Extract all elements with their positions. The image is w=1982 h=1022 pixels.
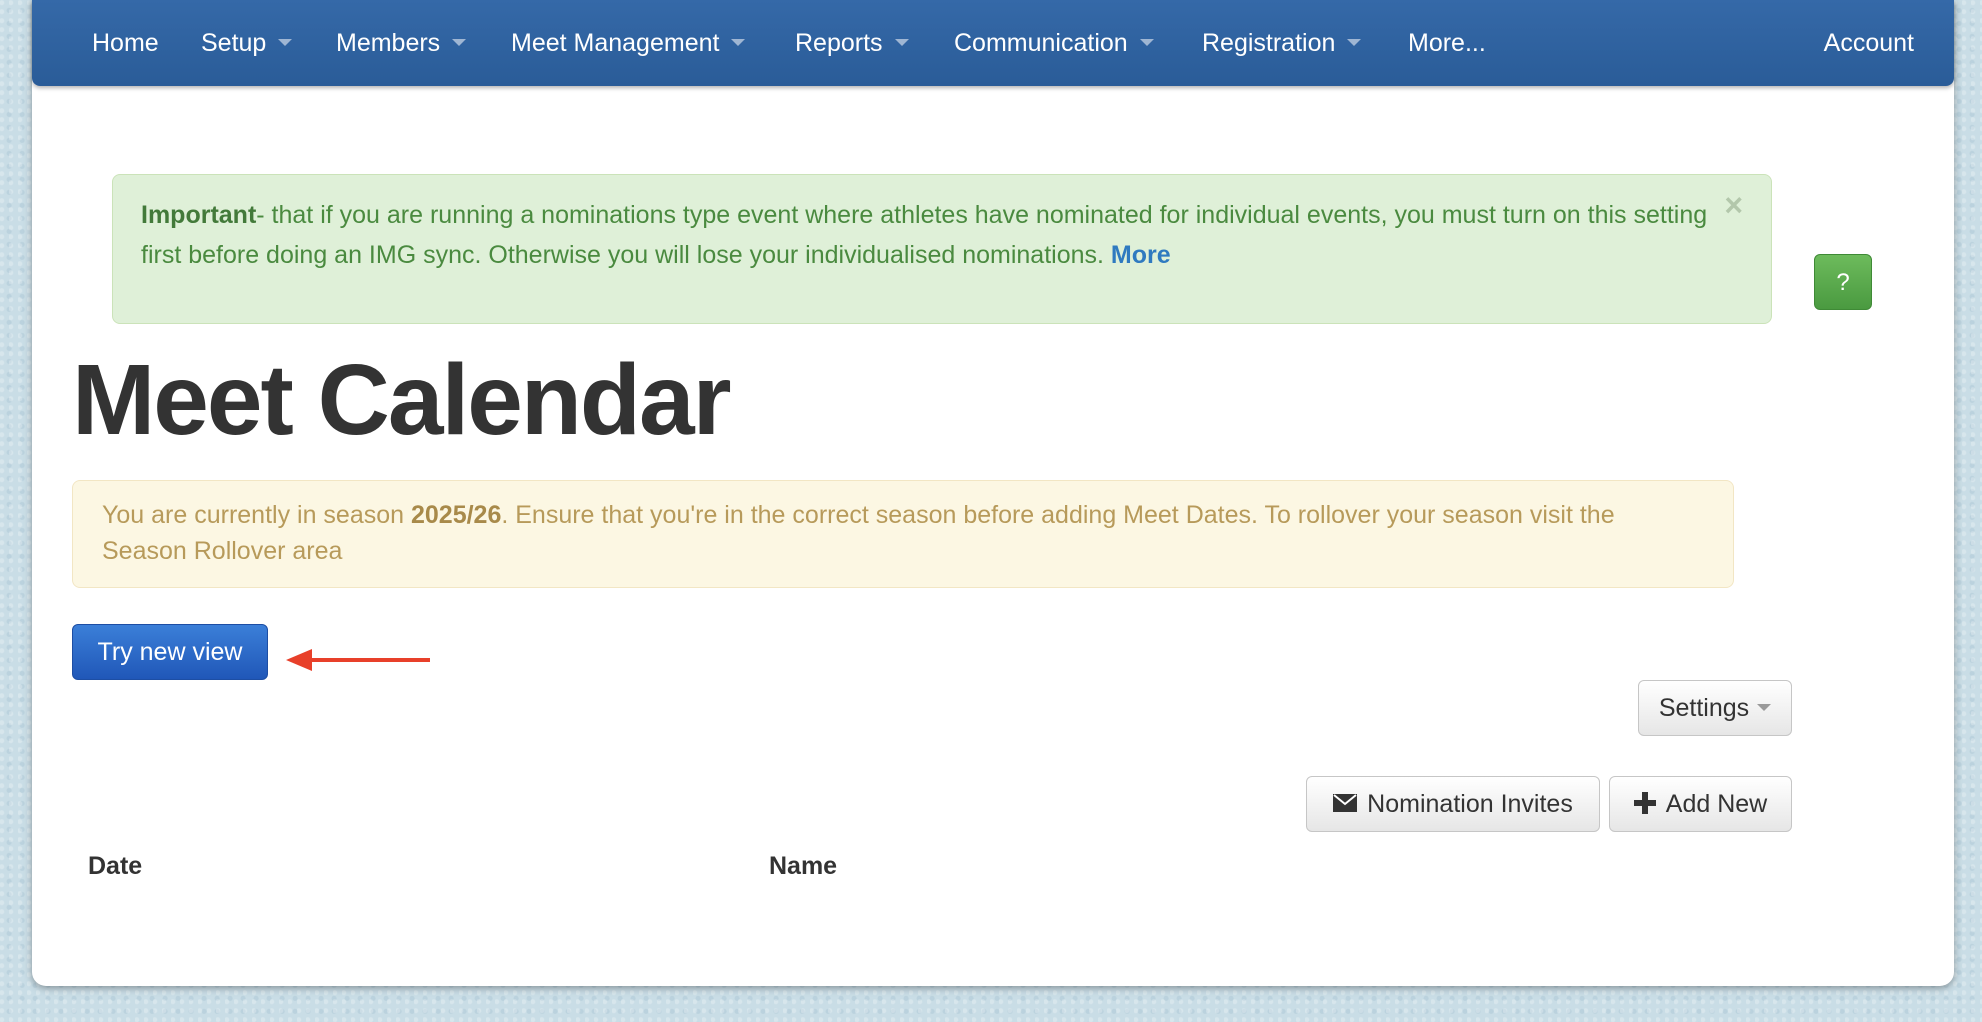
nav-setup[interactable]: Setup — [201, 0, 293, 86]
settings-button[interactable]: Settings — [1638, 680, 1792, 736]
column-header-date[interactable]: Date — [88, 852, 142, 881]
settings-button-label: Settings — [1658, 694, 1750, 722]
notice-strong: Important — [141, 201, 257, 229]
nav-more-label: More... — [1408, 29, 1486, 57]
season-alert-prefix: You are currently in season — [102, 501, 411, 529]
plus-icon — [1633, 792, 1656, 815]
nav-home[interactable]: Home — [92, 0, 159, 86]
season-alert: You are currently in season 2025/26. Ens… — [72, 480, 1734, 588]
important-notice: Important- that if you are running a nom… — [112, 174, 1772, 324]
nav-communication-label: Communication — [954, 29, 1128, 57]
notice-more-link[interactable]: More — [1111, 241, 1171, 269]
add-new-button[interactable]: Add New — [1609, 776, 1792, 832]
nav-meet-management[interactable]: Meet Management — [511, 0, 746, 86]
nav-setup-label: Setup — [201, 29, 267, 57]
help-button[interactable]: ? — [1814, 254, 1872, 310]
chevron-down-icon — [1757, 703, 1772, 711]
nav-account-label: Account — [1823, 29, 1914, 57]
chevron-down-icon — [278, 38, 293, 46]
nav-reports[interactable]: Reports — [795, 0, 909, 86]
envelope-icon — [1333, 794, 1358, 813]
annotation-arrow-icon — [286, 649, 430, 671]
close-icon[interactable]: × — [1724, 189, 1743, 221]
chevron-down-icon — [894, 38, 909, 46]
chevron-down-icon — [1139, 38, 1154, 46]
nav-registration[interactable]: Registration — [1202, 0, 1362, 86]
try-new-view-button[interactable]: Try new view — [72, 624, 268, 680]
nav-meet-management-label: Meet Management — [511, 29, 720, 57]
top-navbar: Home Setup Members Meet Management Repor… — [32, 0, 1954, 86]
chevron-down-icon — [452, 38, 467, 46]
nomination-invites-button[interactable]: Nomination Invites — [1306, 776, 1600, 832]
nav-members-label: Members — [336, 29, 441, 57]
nav-reports-label: Reports — [795, 29, 883, 57]
add-new-label: Add New — [1665, 790, 1768, 818]
nav-communication[interactable]: Communication — [954, 0, 1154, 86]
chevron-down-icon — [731, 38, 746, 46]
notice-text: - that if you are running a nominations … — [141, 201, 1708, 269]
nav-home-label: Home — [92, 29, 159, 57]
page-title: Meet Calendar — [72, 344, 732, 456]
chevron-down-icon — [1347, 38, 1362, 46]
nav-registration-label: Registration — [1202, 29, 1336, 57]
nav-more[interactable]: More... — [1408, 0, 1486, 86]
nomination-invites-label: Nomination Invites — [1367, 790, 1573, 818]
season-value: 2025/26 — [410, 501, 502, 529]
column-header-name[interactable]: Name — [769, 852, 837, 881]
nav-members[interactable]: Members — [336, 0, 467, 86]
nav-account[interactable]: Account — [1824, 0, 1914, 86]
